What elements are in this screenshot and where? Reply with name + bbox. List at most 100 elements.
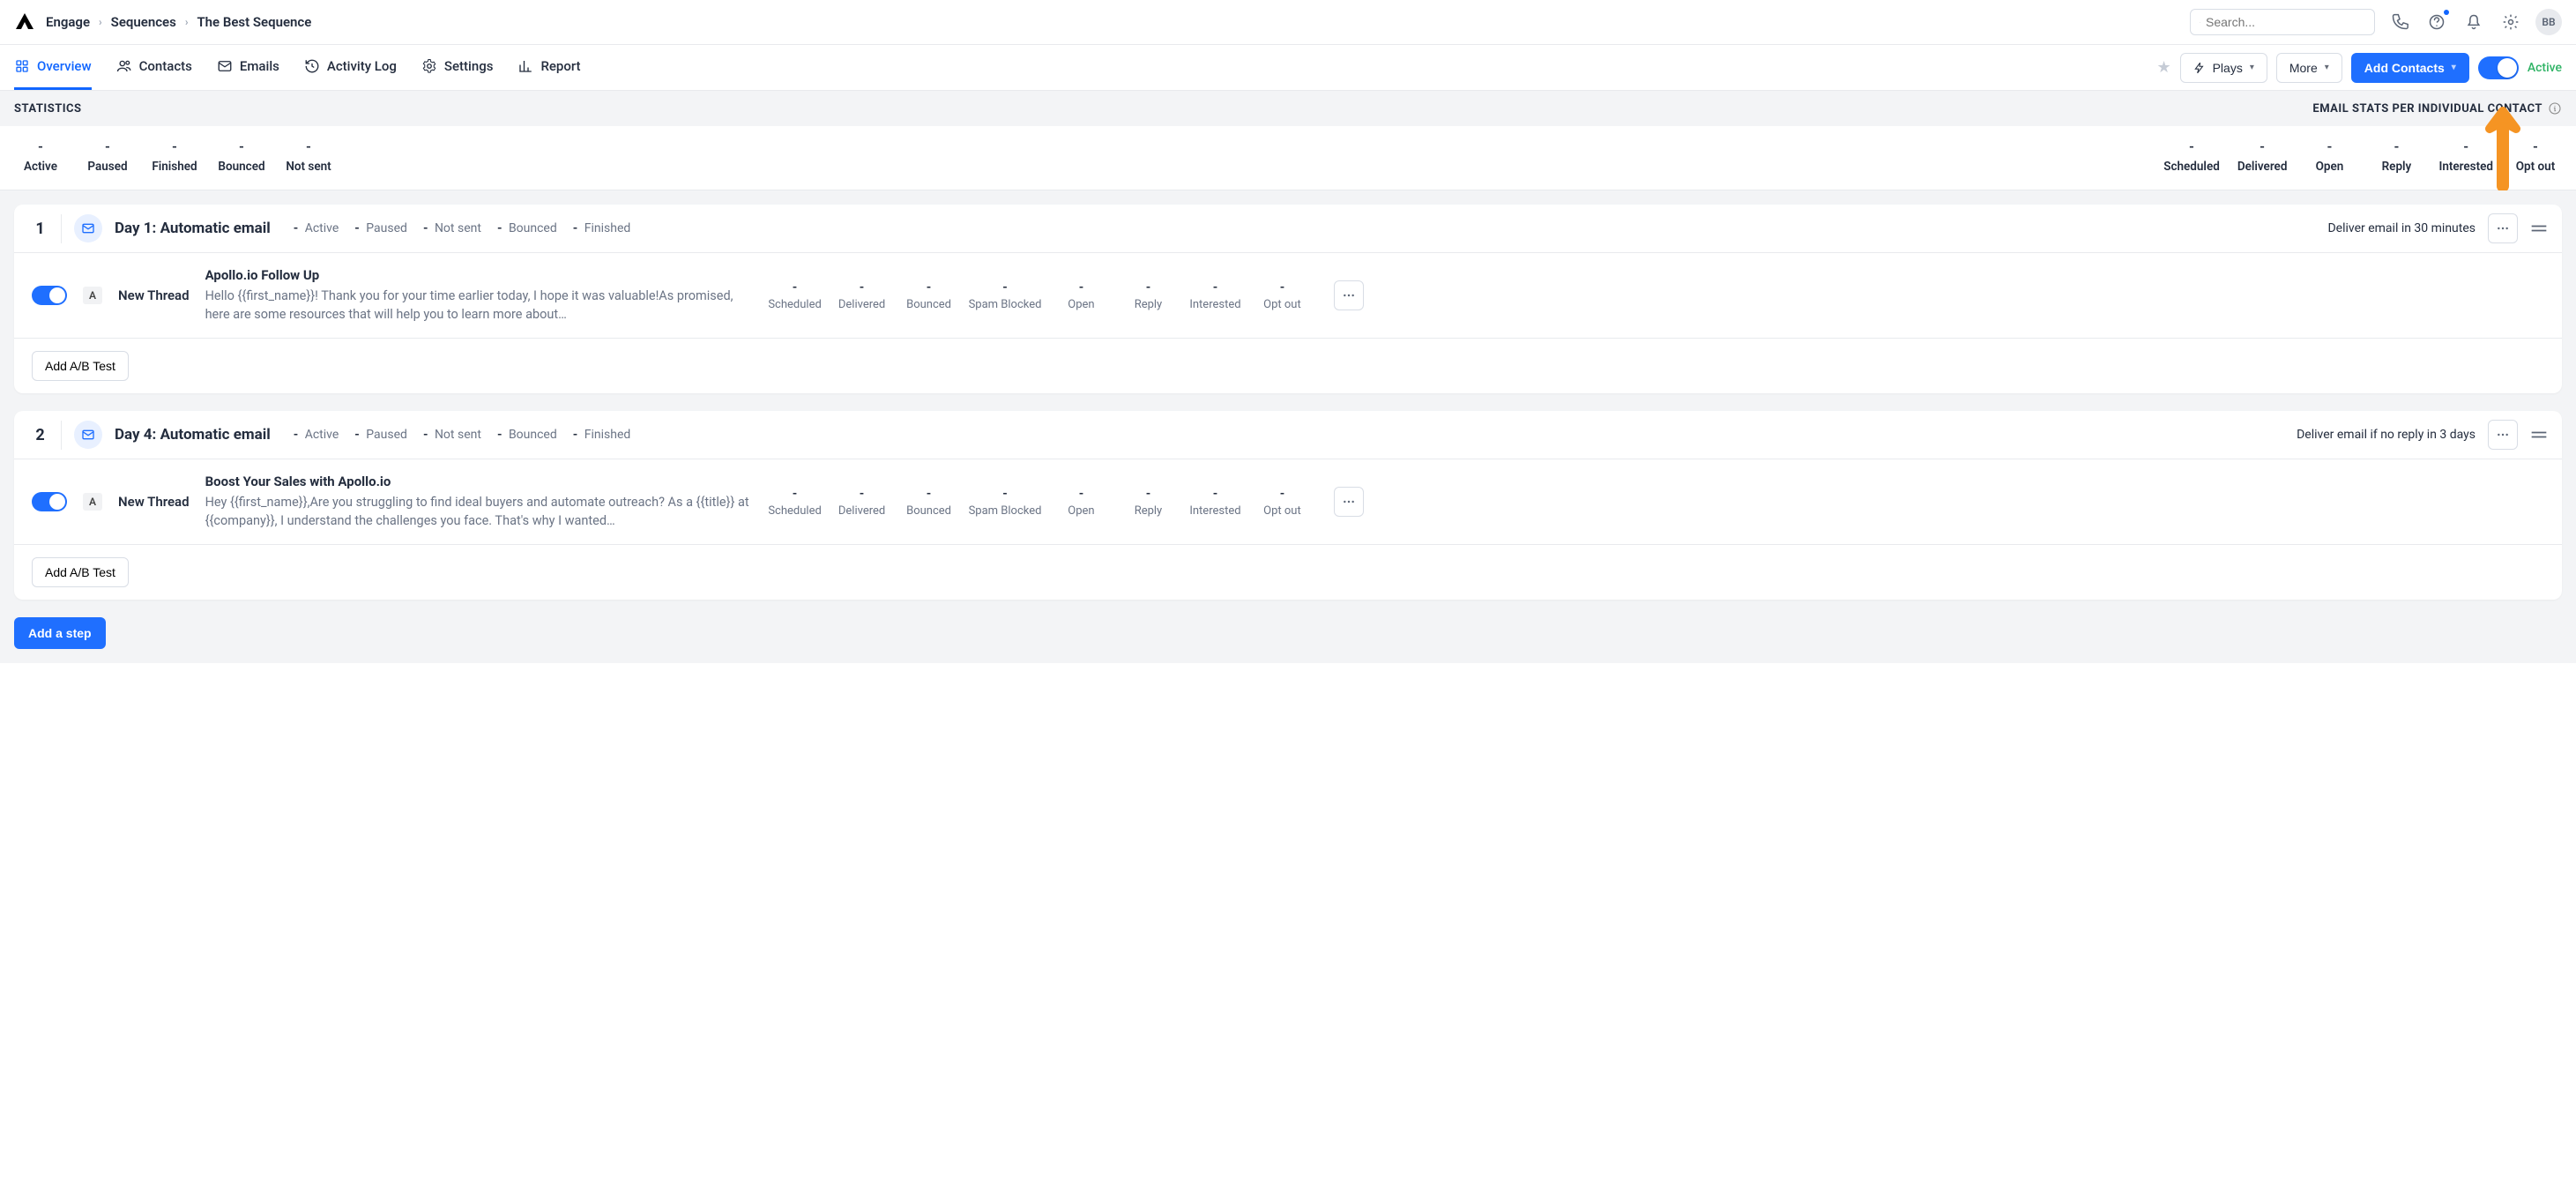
sequence-active-toggle[interactable] bbox=[2478, 56, 2519, 79]
stat-item[interactable]: -Bounced bbox=[217, 138, 266, 174]
variant-toggle[interactable] bbox=[32, 492, 67, 511]
breadcrumb-engage[interactable]: Engage bbox=[46, 14, 90, 30]
step-header: 2 Day 4: Automatic email - Active- Pause… bbox=[14, 411, 2562, 459]
body-stat-value: - bbox=[1120, 487, 1175, 501]
body-stat[interactable]: -Delivered bbox=[835, 280, 890, 311]
body-stat[interactable]: -Scheduled bbox=[768, 487, 823, 518]
tab-label: Settings bbox=[444, 58, 494, 74]
stat-value: - bbox=[16, 138, 65, 154]
add-contacts-button[interactable]: Add Contacts ▾ bbox=[2351, 53, 2469, 83]
help-icon[interactable] bbox=[2424, 10, 2449, 34]
body-stat[interactable]: -Open bbox=[1053, 487, 1108, 518]
variant-more-button[interactable] bbox=[1334, 280, 1364, 310]
drag-handle-icon[interactable] bbox=[2530, 429, 2548, 441]
step-title[interactable]: Day 1: Automatic email bbox=[115, 220, 271, 237]
body-stat[interactable]: -Interested bbox=[1187, 280, 1242, 311]
tab-label: Report bbox=[540, 58, 580, 74]
tab-report[interactable]: Report bbox=[517, 45, 580, 90]
stat-item[interactable]: -Finished bbox=[150, 138, 199, 174]
tab-settings[interactable]: Settings bbox=[421, 45, 494, 90]
history-icon bbox=[304, 58, 320, 74]
stat-item[interactable]: -Scheduled bbox=[2163, 138, 2220, 174]
body-stat[interactable]: -Reply bbox=[1120, 280, 1175, 311]
step-mini-stat: - Not sent bbox=[423, 428, 481, 442]
stats-right-group: -Scheduled-Delivered-Open-Reply-Interest… bbox=[2163, 138, 2560, 174]
step-mini-stat: - Not sent bbox=[423, 221, 481, 235]
breadcrumb-sequences[interactable]: Sequences bbox=[111, 14, 176, 30]
variant-more-button[interactable] bbox=[1334, 487, 1364, 517]
body-stat[interactable]: -Spam Blocked bbox=[969, 487, 1042, 518]
body-stat-label: Opt out bbox=[1254, 504, 1309, 518]
gear-icon bbox=[421, 58, 437, 74]
stat-value: - bbox=[2237, 138, 2288, 154]
body-stat[interactable]: -Interested bbox=[1187, 487, 1242, 518]
body-stat[interactable]: - Reply bbox=[1120, 487, 1175, 518]
email-preview-block[interactable]: Boost Your Sales with Apollo.io Hey {{fi… bbox=[205, 474, 752, 530]
tab-overview[interactable]: Overview bbox=[14, 45, 92, 90]
step-title[interactable]: Day 4: Automatic email bbox=[115, 426, 271, 444]
statistics-heading: STATISTICS bbox=[14, 102, 82, 116]
stat-item[interactable]: -Opt out bbox=[2511, 138, 2560, 174]
add-ab-test-button[interactable]: Add A/B Test bbox=[32, 557, 129, 587]
more-button[interactable]: More ▾ bbox=[2276, 53, 2342, 83]
step-mini-stats: - Active- Paused- Not sent- Bounced- Fin… bbox=[294, 428, 631, 442]
stat-item[interactable]: -Paused bbox=[83, 138, 132, 174]
bar-chart-icon bbox=[517, 58, 533, 74]
body-stats-group: -Scheduled-Delivered-Bounced-Spam Blocke… bbox=[768, 487, 1310, 518]
body-stat[interactable]: -Scheduled bbox=[768, 280, 823, 311]
phone-icon[interactable] bbox=[2387, 10, 2412, 34]
body-stat[interactable]: -Bounced bbox=[902, 280, 957, 311]
body-stat[interactable]: -Spam Blocked bbox=[969, 280, 1042, 311]
variant-toggle[interactable] bbox=[32, 286, 67, 305]
bell-icon[interactable] bbox=[2461, 10, 2486, 34]
step-body: A New Thread Boost Your Sales with Apoll… bbox=[14, 459, 2562, 545]
gear-icon[interactable] bbox=[2498, 10, 2523, 34]
drag-handle-icon[interactable] bbox=[2530, 222, 2548, 235]
stat-item[interactable]: -Delivered bbox=[2237, 138, 2288, 174]
body-stat-label: Interested bbox=[1187, 504, 1242, 518]
email-stats-heading: EMAIL STATS PER INDIVIDUAL CONTACT bbox=[2312, 102, 2542, 116]
step-mini-stat: - Paused bbox=[354, 221, 407, 235]
star-icon[interactable]: ★ bbox=[2156, 58, 2170, 77]
body-stat-label: Spam Blocked bbox=[969, 504, 1042, 518]
stat-item[interactable]: -Open bbox=[2304, 138, 2354, 174]
body-stat[interactable]: -Opt out bbox=[1254, 280, 1309, 311]
body-stat-label: Reply bbox=[1120, 504, 1175, 518]
stat-item[interactable]: -Not sent bbox=[284, 138, 333, 174]
add-ab-test-button[interactable]: Add A/B Test bbox=[32, 351, 129, 381]
stat-label: Interested bbox=[2438, 160, 2493, 174]
body-stat-label: Bounced bbox=[902, 298, 957, 311]
search-field[interactable] bbox=[2206, 15, 2365, 29]
step-number: 2 bbox=[28, 421, 62, 450]
email-subject: Boost Your Sales with Apollo.io bbox=[205, 474, 752, 489]
stat-value: - bbox=[2163, 138, 2220, 154]
tab-activity-log[interactable]: Activity Log bbox=[304, 45, 397, 90]
stat-item[interactable]: -Interested bbox=[2438, 138, 2493, 174]
plays-button[interactable]: Plays ▾ bbox=[2180, 53, 2267, 83]
body-stat[interactable]: -Opt out bbox=[1254, 487, 1309, 518]
body-stat-label: Interested bbox=[1187, 298, 1242, 311]
body-stat[interactable]: -Bounced bbox=[902, 487, 957, 518]
stat-value: - bbox=[2511, 138, 2560, 154]
step-header: 1 Day 1: Automatic email - Active- Pause… bbox=[14, 205, 2562, 252]
active-status-label: Active bbox=[2528, 61, 2562, 75]
step-more-button[interactable] bbox=[2488, 213, 2518, 243]
step-more-button[interactable] bbox=[2488, 420, 2518, 450]
tab-contacts[interactable]: Contacts bbox=[116, 45, 192, 90]
step-footer: Add A/B Test bbox=[14, 339, 2562, 393]
search-input[interactable] bbox=[2190, 9, 2375, 35]
email-preview-block[interactable]: Apollo.io Follow Up Hello {{first_name}}… bbox=[205, 267, 752, 324]
step-mini-stats: - Active- Paused- Not sent- Bounced- Fin… bbox=[294, 221, 631, 235]
tab-label: Overview bbox=[37, 58, 92, 74]
info-icon[interactable] bbox=[2548, 101, 2562, 116]
stat-item[interactable]: -Active bbox=[16, 138, 65, 174]
body-stat-label: Bounced bbox=[902, 504, 957, 518]
tab-emails[interactable]: Emails bbox=[217, 45, 279, 90]
body-stat[interactable]: -Delivered bbox=[835, 487, 890, 518]
body-stat[interactable]: -Open bbox=[1053, 280, 1108, 311]
stat-item[interactable]: -Reply bbox=[2371, 138, 2421, 174]
avatar[interactable]: BB bbox=[2535, 9, 2562, 35]
stat-label: Bounced bbox=[217, 160, 266, 174]
body-stat-label: Open bbox=[1053, 298, 1108, 311]
add-step-button[interactable]: Add a step bbox=[14, 617, 106, 649]
